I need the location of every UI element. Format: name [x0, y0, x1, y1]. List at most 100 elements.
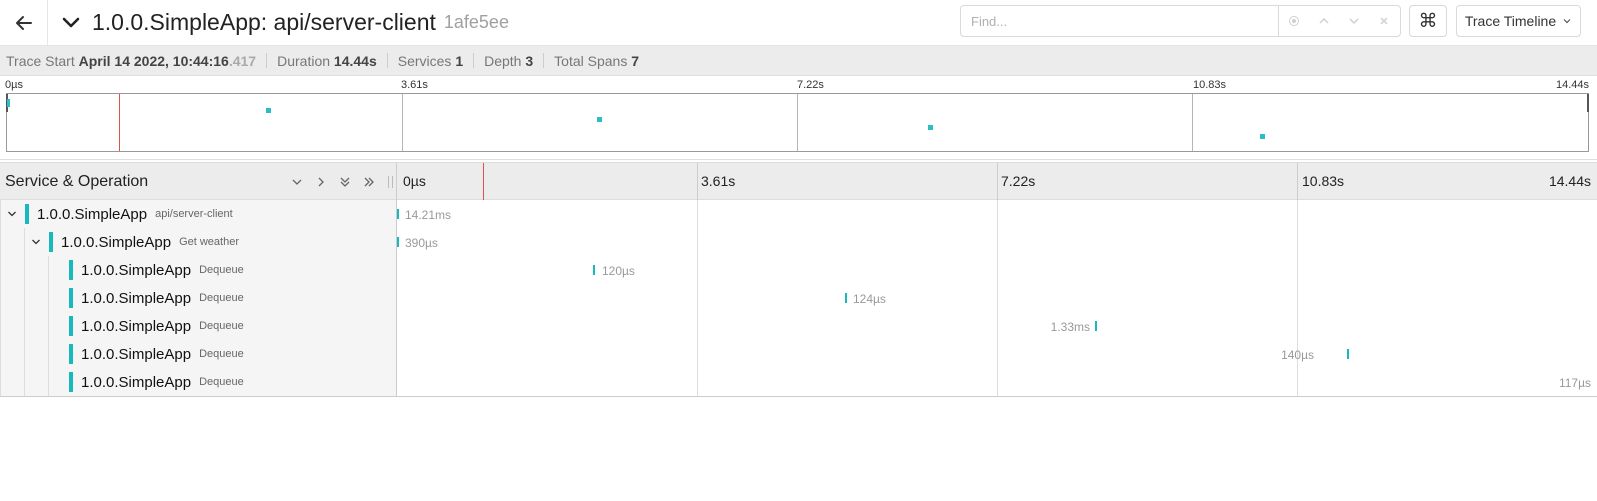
divider — [266, 53, 268, 68]
chevron-down-icon — [1563, 19, 1571, 24]
operation-name: Dequeue — [199, 292, 244, 304]
service-color-bar — [69, 344, 73, 364]
minimap-span — [7, 99, 10, 107]
divider — [473, 53, 475, 68]
span-duration: 117µs — [1558, 376, 1591, 390]
chevron-down-icon — [60, 12, 82, 34]
service-color-bar — [69, 288, 73, 308]
timeline-header: Service & Operation 0µs 3.61s 7.22s 10.8… — [0, 162, 1597, 200]
service-name: 1.0.0.SimpleApp — [81, 261, 192, 279]
minimap-gridline — [402, 94, 403, 151]
timeline-gridline — [1297, 163, 1298, 200]
duration-value: 14.44s — [333, 52, 377, 69]
operation-name: Get weather — [179, 236, 239, 248]
minimap-tick: 0µs — [5, 79, 23, 91]
timeline-cursor — [483, 163, 484, 200]
locate-icon[interactable] — [1279, 6, 1309, 36]
timeline-tick: 14.44s — [1548, 173, 1591, 189]
span-duration: 120µs — [602, 264, 635, 278]
span-row[interactable]: 1.0.0.SimpleApp Get weather 390µs — [0, 228, 1597, 256]
column-header-label: Service & Operation — [5, 172, 149, 190]
trace-start-value: April 14 2022, 10:44:16 — [78, 52, 229, 69]
span-bar[interactable] — [593, 265, 595, 275]
services-label: Services — [397, 52, 452, 69]
column-resizer[interactable] — [388, 176, 393, 188]
span-bar[interactable] — [1347, 349, 1349, 359]
span-bar[interactable] — [397, 209, 399, 219]
back-button[interactable] — [0, 0, 48, 45]
minimap-tick: 3.61s — [401, 79, 428, 91]
service-color-bar — [25, 204, 29, 224]
expand-one-icon[interactable] — [312, 173, 330, 191]
trace-id: 1afe5ee — [443, 12, 509, 32]
timeline-tick: 3.61s — [701, 173, 736, 189]
span-row-label[interactable]: 1.0.0.SimpleApp Dequeue — [69, 284, 244, 312]
span-bar[interactable] — [397, 237, 399, 247]
service-name: 1.0.0.SimpleApp — [81, 317, 192, 335]
arrow-left-icon — [15, 15, 32, 30]
service-color-bar — [69, 316, 73, 336]
span-row[interactable]: 1.0.0.SimpleApp Dequeue 124µs — [0, 284, 1597, 312]
find-box — [960, 5, 1401, 37]
operation-name: Dequeue — [199, 376, 244, 388]
span-bar[interactable] — [845, 293, 847, 303]
trace-start-label: Trace Start — [6, 52, 75, 69]
find-input[interactable] — [961, 6, 1279, 36]
service-name: 1.0.0.SimpleApp — [81, 289, 192, 307]
span-row[interactable]: 1.0.0.SimpleApp Dequeue 140µs — [0, 340, 1597, 368]
operation-name: Dequeue — [199, 320, 244, 332]
span-rows: 1.0.0.SimpleApp api/server-client 14.21m… — [0, 200, 1597, 397]
minimap-span — [1260, 134, 1265, 139]
trace-title-toggle[interactable]: 1.0.0.SimpleApp: api/server-client 1afe5… — [60, 0, 509, 45]
minimap-canvas[interactable] — [6, 93, 1589, 152]
minimap-tick: 14.44s — [1555, 79, 1589, 91]
minimap-tick: 7.22s — [797, 79, 824, 91]
collapse-all-icon[interactable] — [336, 173, 354, 191]
service-operation-header: Service & Operation — [0, 163, 397, 200]
span-row[interactable]: 1.0.0.SimpleApp Dequeue 1.33ms — [0, 312, 1597, 340]
minimap-span — [928, 125, 933, 130]
span-row-label[interactable]: 1.0.0.SimpleApp Dequeue — [69, 340, 244, 368]
duration-label: Duration — [277, 52, 331, 69]
service-color-bar — [69, 260, 73, 280]
chevron-down-icon[interactable] — [1339, 6, 1369, 36]
chevron-up-icon[interactable] — [1309, 6, 1339, 36]
divider — [543, 53, 545, 68]
view-select-button[interactable]: Trace Timeline — [1456, 5, 1581, 37]
span-duration: 390µs — [405, 236, 438, 250]
total-spans-value: 7 — [631, 52, 640, 69]
operation-name: Dequeue — [199, 264, 244, 276]
span-row-label[interactable]: 1.0.0.SimpleApp api/server-client — [5, 200, 233, 228]
timeline-tick: 7.22s — [1001, 173, 1036, 189]
collapse-one-icon[interactable] — [288, 173, 306, 191]
service-name: 1.0.0.SimpleApp — [37, 205, 148, 223]
operation-name: api/server-client — [155, 208, 233, 220]
service-name: 1.0.0.SimpleApp — [61, 233, 172, 251]
expand-all-icon[interactable] — [360, 173, 378, 191]
close-icon[interactable] — [1369, 6, 1399, 36]
span-duration: 124µs — [853, 292, 886, 306]
trace-start-ms: .417 — [228, 52, 257, 69]
trace-minimap[interactable]: 0µs 3.61s 7.22s 10.83s 14.44s — [0, 76, 1597, 160]
chevron-down-icon[interactable] — [29, 235, 43, 249]
expand-controls — [288, 163, 378, 200]
span-duration: 140µs — [1281, 348, 1314, 362]
span-duration: 14.21ms — [405, 208, 452, 222]
total-spans-label: Total Spans — [554, 52, 628, 69]
trace-title: 1.0.0.SimpleApp: api/server-client — [92, 9, 436, 35]
span-row-label[interactable]: 1.0.0.SimpleApp Dequeue — [69, 312, 244, 340]
span-row[interactable]: 1.0.0.SimpleApp Dequeue 117µs — [0, 368, 1597, 396]
service-color-bar — [69, 372, 73, 392]
timeline-gridline — [697, 163, 698, 200]
span-row[interactable]: 1.0.0.SimpleApp Dequeue 120µs — [0, 256, 1597, 284]
span-row[interactable]: 1.0.0.SimpleApp api/server-client 14.21m… — [0, 200, 1597, 228]
keyboard-shortcuts-button[interactable]: ⌘ — [1409, 5, 1447, 37]
span-row-label[interactable]: 1.0.0.SimpleApp Get weather — [29, 228, 239, 256]
span-bar[interactable] — [1095, 321, 1097, 331]
minimap-right-handle[interactable] — [1587, 94, 1589, 112]
service-color-bar — [49, 232, 53, 252]
span-row-label[interactable]: 1.0.0.SimpleApp Dequeue — [69, 256, 244, 284]
span-row-label[interactable]: 1.0.0.SimpleApp Dequeue — [69, 368, 244, 396]
operation-name: Dequeue — [199, 348, 244, 360]
chevron-down-icon[interactable] — [5, 207, 19, 221]
